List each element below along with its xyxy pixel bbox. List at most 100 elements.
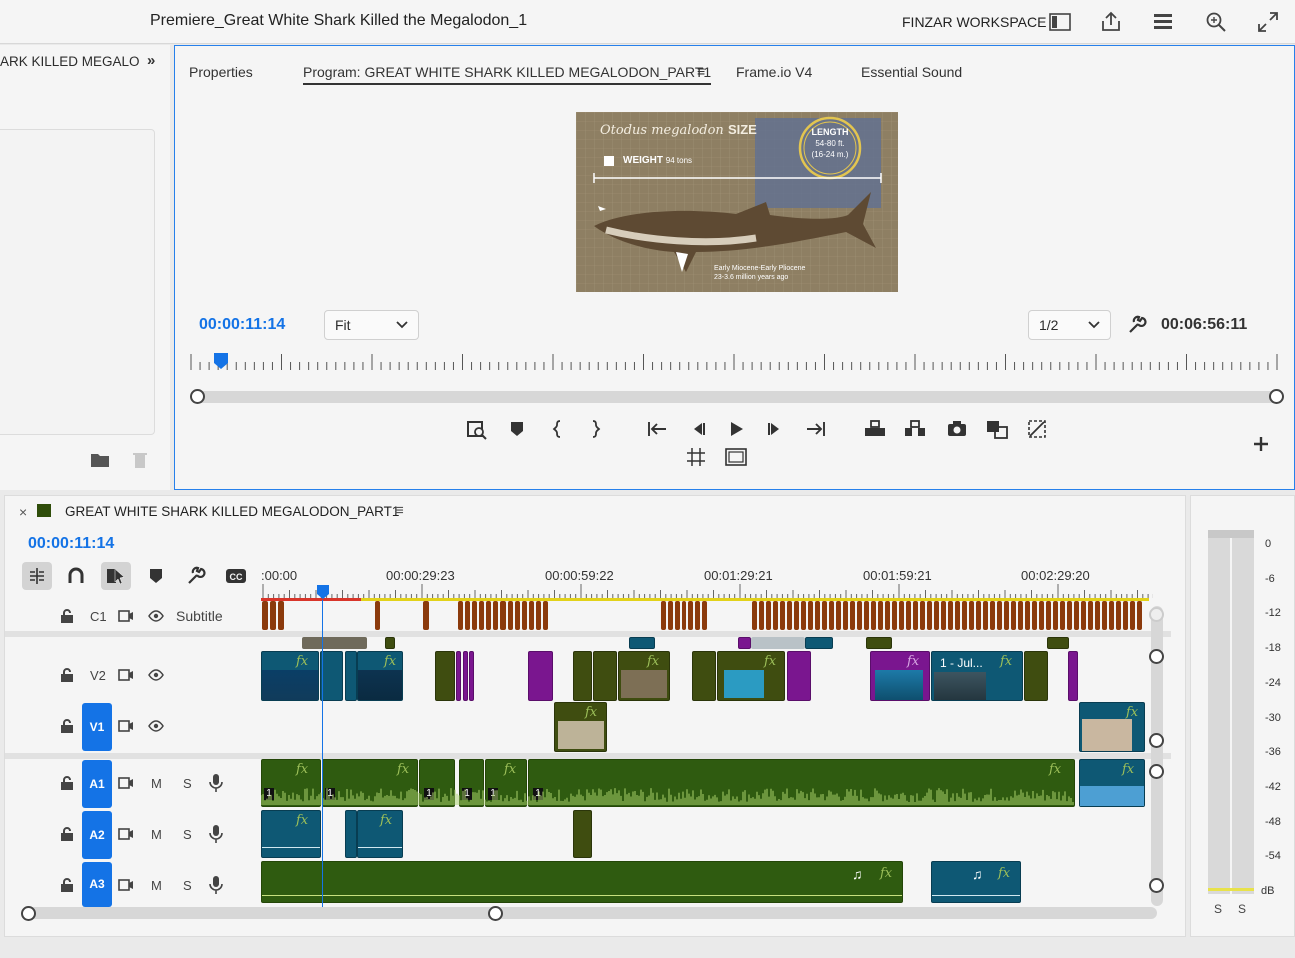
add-marker-icon[interactable] [506, 418, 528, 440]
go-to-out-icon[interactable] [805, 418, 827, 440]
caption-clip[interactable] [801, 601, 806, 630]
track-lock-icon[interactable] [60, 775, 74, 791]
extract-icon[interactable] [904, 418, 926, 440]
wrench-settings-icon[interactable] [1127, 315, 1147, 335]
close-sequence-icon[interactable]: × [19, 504, 27, 520]
caption-clip[interactable] [927, 601, 932, 630]
video-clip[interactable] [385, 637, 395, 649]
monitor-playhead[interactable] [213, 352, 229, 370]
zoom-bar-right-handle[interactable] [1269, 389, 1284, 404]
caption-clip[interactable] [375, 601, 380, 630]
caption-clip[interactable] [542, 601, 548, 630]
video-clip-infographic[interactable]: fx [554, 702, 607, 752]
track-visibility-eye-icon[interactable] [148, 720, 164, 732]
step-forward-icon[interactable] [764, 418, 786, 440]
caption-clip[interactable] [766, 601, 771, 630]
caption-clip[interactable] [1060, 601, 1065, 630]
hscroll-handle-right[interactable] [488, 906, 503, 921]
caption-clip[interactable] [913, 601, 918, 630]
safe-margins-grid-icon[interactable] [685, 446, 707, 468]
proxy-toggle-icon[interactable] [1026, 418, 1048, 440]
caption-clip[interactable] [850, 601, 855, 630]
caption-clip[interactable] [479, 601, 485, 630]
caption-clip[interactable] [458, 601, 464, 630]
video-clip-shark-attack[interactable]: fx [870, 651, 930, 701]
caption-clip[interactable] [990, 601, 995, 630]
sync-lock-icon[interactable] [118, 878, 134, 892]
monitor-time-ruler[interactable] [189, 350, 1285, 374]
lift-icon[interactable] [864, 418, 886, 440]
caption-clip[interactable] [514, 601, 520, 630]
video-clip[interactable] [751, 637, 805, 649]
caption-clip[interactable] [857, 601, 862, 630]
caption-clip[interactable] [983, 601, 988, 630]
track-visibility-eye-icon[interactable] [148, 669, 164, 681]
insert-overwrite-toggle[interactable] [22, 562, 52, 590]
video-clip[interactable] [302, 637, 367, 649]
linked-selection-toggle[interactable] [101, 562, 131, 590]
snap-magnet-icon[interactable] [66, 566, 86, 586]
export-frame-camera-icon[interactable] [946, 418, 968, 440]
caption-clip[interactable] [962, 601, 967, 630]
voiceover-mic-icon[interactable] [209, 773, 223, 793]
caption-clip[interactable] [815, 601, 820, 630]
caption-clip[interactable] [822, 601, 827, 630]
audio-clip-music[interactable]: ♫ fx [261, 861, 903, 903]
voiceover-mic-icon[interactable] [209, 875, 223, 895]
caption-clip[interactable] [1074, 601, 1079, 630]
caption-clip[interactable] [661, 601, 666, 630]
track-lock-icon[interactable] [60, 877, 74, 893]
track-lock-icon[interactable] [60, 608, 74, 624]
caption-clip[interactable] [955, 601, 960, 630]
panel-layout-icon[interactable] [1048, 10, 1072, 34]
caption-clip[interactable] [899, 601, 904, 630]
track-visibility-eye-icon[interactable] [148, 610, 164, 622]
caption-clip[interactable] [1046, 601, 1051, 630]
sync-lock-icon[interactable] [118, 776, 134, 790]
caption-clip[interactable] [1025, 601, 1030, 630]
sync-lock-icon[interactable] [118, 609, 134, 623]
tab-properties[interactable]: Properties [189, 64, 253, 80]
caption-clip[interactable] [702, 601, 707, 630]
caption-clip[interactable] [829, 601, 834, 630]
video-clip[interactable] [738, 637, 751, 649]
caption-clip[interactable] [787, 601, 792, 630]
caption-clip[interactable] [1088, 601, 1093, 630]
caption-clip[interactable] [759, 601, 764, 630]
caption-clip[interactable] [941, 601, 946, 630]
caption-clip[interactable] [521, 601, 527, 630]
video-clip[interactable] [528, 651, 553, 701]
caption-clip[interactable] [688, 601, 694, 630]
caption-clip[interactable] [1053, 601, 1058, 630]
voiceover-mic-icon[interactable] [209, 824, 223, 844]
play-icon[interactable] [725, 418, 747, 440]
new-bin-icon[interactable] [90, 451, 110, 469]
current-timecode[interactable]: 00:00:11:14 [199, 316, 285, 334]
vscroll-handle-caption[interactable] [1149, 607, 1164, 622]
track-lock-icon[interactable] [60, 718, 74, 734]
caption-clip[interactable] [270, 601, 276, 630]
caption-clip[interactable] [695, 601, 701, 630]
caption-clip[interactable] [948, 601, 953, 630]
track-id-a1[interactable]: A1 [82, 760, 112, 808]
audio-vscroll-handle-bottom[interactable] [1149, 878, 1164, 893]
video-clip-map[interactable]: fx [717, 651, 785, 701]
caption-clip[interactable] [465, 601, 471, 630]
video-clip[interactable] [345, 651, 357, 701]
audio-clip[interactable] [345, 810, 357, 858]
caption-clip[interactable] [871, 601, 876, 630]
mute-button[interactable]: M [151, 776, 162, 791]
caption-clip[interactable] [674, 601, 680, 630]
caption-clip[interactable] [969, 601, 974, 630]
video-clip[interactable] [593, 651, 617, 701]
caption-clip[interactable] [1081, 601, 1086, 630]
video-clip-presenter[interactable]: fx [1079, 702, 1145, 752]
caption-clip[interactable] [997, 601, 1002, 630]
add-marker-icon[interactable] [148, 567, 164, 585]
caption-clip[interactable] [1137, 601, 1142, 630]
video-clip[interactable] [866, 637, 892, 649]
share-icon[interactable] [1099, 10, 1123, 34]
timeline-playhead-handle[interactable] [316, 584, 330, 600]
captions-icon[interactable]: CC [225, 567, 247, 585]
monitor-zoom-bar[interactable] [191, 391, 1277, 403]
